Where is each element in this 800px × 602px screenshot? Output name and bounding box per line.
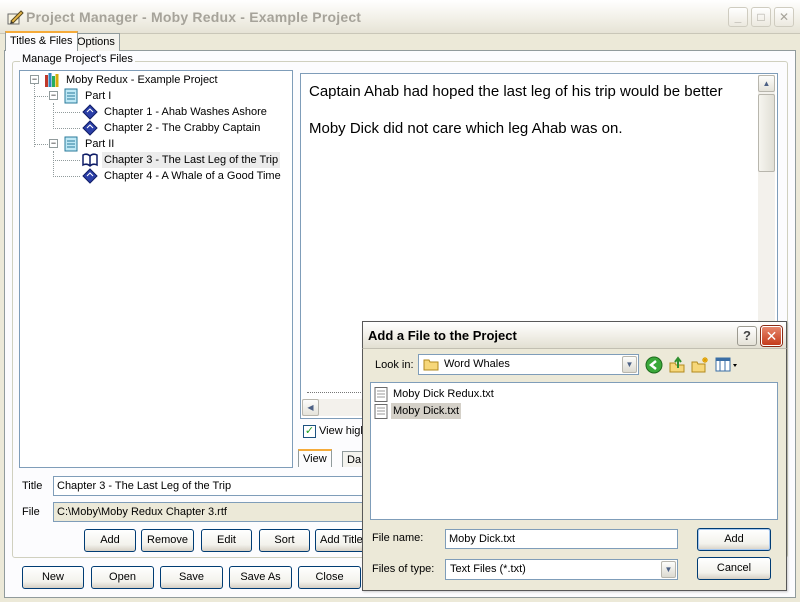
tree-line — [34, 83, 35, 147]
file-name: Moby Dick.txt — [391, 403, 462, 419]
tree-line — [53, 112, 80, 113]
preview-divider — [307, 392, 367, 393]
dialog-cancel-button[interactable]: Cancel — [697, 557, 771, 580]
text-file-icon — [374, 387, 388, 402]
tree-line — [53, 151, 54, 177]
remove-button[interactable]: Remove — [141, 529, 194, 552]
dialog-close-button[interactable]: ✕ — [761, 326, 782, 346]
pencil-icon — [7, 10, 24, 25]
view-high-label: View high — [319, 425, 367, 437]
tree-item-label: Chapter 2 - The Crabby Captain — [104, 122, 261, 134]
tree-item-label: Moby Redux - Example Project — [66, 74, 218, 86]
collapse-part-1-toggle[interactable]: − — [49, 91, 58, 100]
file-type-label: Files of type: — [372, 563, 435, 575]
add-title-button[interactable]: Add Title — [315, 529, 365, 552]
collapse-part-2-toggle[interactable]: − — [49, 139, 58, 148]
folder-icon — [423, 359, 439, 371]
tree-line — [34, 96, 48, 97]
save-button[interactable]: Save — [160, 566, 223, 589]
new-folder-icon[interactable] — [691, 356, 709, 374]
open-button[interactable]: Open — [91, 566, 154, 589]
tree-item-label: Part II — [85, 138, 115, 150]
tab-options[interactable]: Options — [72, 33, 120, 51]
minimize-button[interactable]: _ — [728, 7, 748, 27]
up-folder-icon[interactable] — [668, 356, 686, 374]
tree-item-label: Part I — [85, 90, 112, 102]
preview-horizontal-scrollbar[interactable]: ◀ — [302, 399, 362, 416]
chevron-down-icon[interactable]: ▼ — [661, 561, 676, 578]
window-close-button[interactable]: ✕ — [774, 7, 794, 27]
tree-item-label: Chapter 3 - The Last Leg of the Trip — [102, 152, 281, 168]
collapse-root-toggle[interactable]: − — [30, 75, 39, 84]
view-menu-icon[interactable] — [715, 357, 739, 373]
file-type-value: Text Files (*.txt) — [450, 563, 526, 575]
diamond-icon — [82, 120, 98, 136]
file-path-field: C:\Moby\Moby Redux Chapter 3.rtf — [53, 502, 373, 522]
tree-line — [53, 128, 80, 129]
project-tree[interactable]: − Moby Redux - Example Project − Part I … — [19, 70, 293, 468]
tree-line — [34, 144, 48, 145]
scroll-up-button[interactable]: ▲ — [758, 75, 775, 92]
file-name: Moby Dick Redux.txt — [393, 388, 494, 400]
close-button[interactable]: Close — [298, 566, 361, 589]
close-icon: ✕ — [778, 10, 790, 24]
text-file-icon — [374, 404, 388, 419]
look-in-select[interactable]: Word Whales ▼ — [418, 354, 639, 375]
look-in-label: Look in: — [375, 359, 414, 371]
tree-line — [53, 176, 80, 177]
file-list[interactable]: Moby Dick Redux.txt Moby Dick.txt — [370, 382, 778, 520]
tree-line — [53, 103, 54, 129]
file-name-input[interactable]: Moby Dick.txt — [445, 529, 678, 549]
document-icon — [64, 136, 78, 152]
preview-vertical-scrollbar[interactable]: ▲ — [758, 75, 775, 325]
close-icon: ✕ — [765, 328, 778, 344]
tree-line — [53, 160, 80, 161]
chevron-down-icon[interactable]: ▼ — [622, 356, 637, 373]
diamond-icon — [82, 168, 98, 184]
maximize-button[interactable]: □ — [751, 7, 771, 27]
window-title: Project Manager - Moby Redux - Example P… — [26, 9, 362, 25]
look-in-value: Word Whales — [444, 358, 510, 370]
tab-titles-files[interactable]: Titles & Files — [5, 31, 78, 51]
dialog-help-button[interactable]: ? — [737, 326, 757, 346]
view-high-checkbox[interactable]: ✓ — [303, 425, 316, 438]
diamond-icon — [82, 104, 98, 120]
tab-view[interactable]: View — [298, 449, 332, 467]
maximize-icon: □ — [757, 10, 765, 24]
dialog-add-button[interactable]: Add — [697, 528, 771, 551]
scroll-thumb[interactable] — [758, 94, 775, 172]
file-name-label: File name: — [372, 532, 424, 544]
open-book-icon — [82, 153, 98, 168]
add-button[interactable]: Add — [84, 529, 136, 552]
dialog-title: Add a File to the Project — [368, 328, 517, 343]
preview-line-2: Moby Dick did not care which leg Ahab wa… — [309, 120, 623, 137]
file-label: File — [22, 506, 40, 518]
scroll-left-button[interactable]: ◀ — [302, 399, 319, 416]
group-label: Manage Project's Files — [20, 53, 135, 65]
file-type-select[interactable]: Text Files (*.txt) ▼ — [445, 559, 678, 580]
title-label: Title — [22, 480, 43, 492]
tree-item-label: Chapter 1 - Ahab Washes Ashore — [104, 106, 267, 118]
document-icon — [64, 88, 78, 104]
save-as-button[interactable]: Save As — [229, 566, 292, 589]
title-input[interactable]: Chapter 3 - The Last Leg of the Trip — [53, 476, 373, 496]
tree-item-label: Chapter 4 - A Whale of a Good Time — [104, 170, 281, 182]
back-arrow-icon[interactable] — [645, 356, 663, 374]
help-icon: ? — [743, 328, 751, 343]
minimize-icon: _ — [734, 10, 742, 24]
sort-button[interactable]: Sort — [259, 529, 310, 552]
new-button[interactable]: New — [22, 566, 84, 589]
books-icon — [45, 73, 59, 87]
edit-button[interactable]: Edit — [201, 529, 252, 552]
preview-line-1: Captain Ahab had hoped the last leg of h… — [309, 83, 723, 100]
